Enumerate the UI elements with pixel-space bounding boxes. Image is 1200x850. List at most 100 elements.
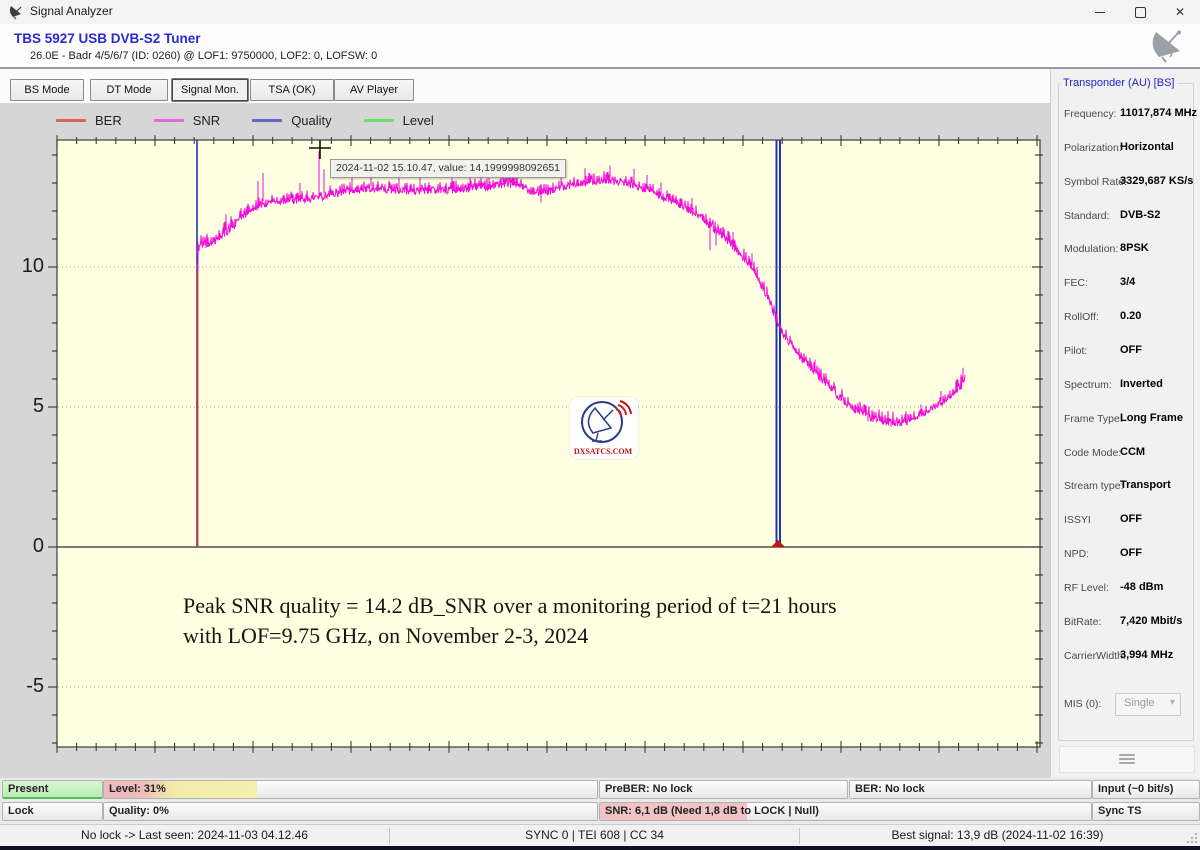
field-label-symbol-rate: Symbol Rate:: [1064, 176, 1127, 188]
input-indicator: Input (~0 bit/s): [1092, 780, 1200, 799]
quality-indicator: Quality: 0%: [103, 802, 598, 821]
tab-bar: BS Mode DT ModeSignal Mon.TSA (OK)AV Play…: [0, 69, 1050, 103]
transponder-group-title: Transponder (AU) [BS]: [1060, 77, 1177, 89]
mis-selected-value: Single: [1124, 697, 1155, 709]
header: TBS 5927 USB DVB-S2 Tuner 26.0E - Badr 4…: [0, 24, 1200, 69]
present-indicator: Present: [2, 780, 103, 799]
mis-dropdown[interactable]: Single ▾: [1115, 693, 1181, 716]
field-value-spectrum: Inverted: [1120, 378, 1163, 390]
maximize-icon: [1135, 7, 1146, 18]
statusbar-best-signal: Best signal: 13,9 dB (2024-11-02 16:39): [800, 825, 1195, 847]
close-icon: ✕: [1175, 5, 1185, 19]
mis-row: MIS (0): Single ▾: [1051, 693, 1200, 717]
mis-label: MIS (0):: [1064, 698, 1101, 710]
field-value-polarization: Horizontal: [1120, 141, 1174, 153]
snr-monitoring-plot: [0, 103, 1050, 778]
tuner-subtitle: 26.0E - Badr 4/5/6/7 (ID: 0260) @ LOF1: …: [30, 50, 377, 62]
window-bottom-edge: [0, 846, 1200, 850]
tab-signal-mon[interactable]: Signal Mon.: [172, 79, 248, 101]
field-label-rolloff: RollOff:: [1064, 311, 1099, 323]
statusbar-sync-status: SYNC 0 | TEI 608 | CC 34: [390, 825, 799, 847]
snr-label: SNR: 6,1 dB (Need 1,8 dB to LOCK | Null): [605, 803, 819, 820]
tab-bs-mode[interactable]: BS Mode: [10, 79, 84, 101]
signal-chart-region: BERSNRQualityLevel 1050-5 2024-11-02 15.…: [0, 103, 1050, 778]
input-label: Input (~0 bit/s): [1098, 781, 1173, 798]
maximize-button[interactable]: [1120, 0, 1160, 24]
chevron-down-icon: ▾: [1170, 697, 1175, 708]
logo-text: DXSATCS.COM: [574, 447, 633, 456]
field-label-spectrum: Spectrum:: [1064, 379, 1112, 391]
present-label: Present: [8, 781, 48, 798]
annotation-line-1: Peak SNR quality = 14.2 dB_SNR over a mo…: [183, 591, 837, 621]
field-value-rf-level: -48 dBm: [1120, 581, 1163, 593]
quality-label: Quality: 0%: [109, 803, 169, 820]
sidebar-menu-button[interactable]: [1059, 746, 1195, 773]
satellite-dish-logo-icon: DXSATCS.COM: [570, 397, 638, 459]
minimize-button[interactable]: [1080, 0, 1120, 24]
annotation-line-2: with LOF=9.75 GHz, on November 2-3, 2024: [183, 621, 837, 651]
field-label-npd: NPD:: [1064, 548, 1089, 560]
window-title: Signal Analyzer: [30, 4, 113, 18]
tab-av-player[interactable]: AV Player: [334, 79, 414, 101]
field-label-rf-level: RF Level:: [1064, 582, 1109, 594]
peak-snr-annotation: Peak SNR quality = 14.2 dB_SNR over a mo…: [183, 591, 837, 651]
field-value-pilot: OFF: [1120, 344, 1142, 356]
field-label-code-mode: Code Mode:: [1064, 447, 1121, 459]
menu-icon: [1119, 754, 1135, 766]
field-value-symbol-rate: 3329,687 KS/s: [1120, 175, 1193, 187]
field-label-polarization: Polarization:: [1064, 142, 1122, 154]
y-axis-label: -5: [8, 675, 44, 698]
field-label-issyi: ISSYI: [1064, 514, 1091, 526]
resize-grip[interactable]: [1186, 832, 1198, 844]
snr-indicator: SNR: 6,1 dB (Need 1,8 dB to LOCK | Null): [599, 802, 1092, 821]
ber-label: BER: No lock: [855, 781, 925, 798]
field-value-npd: OFF: [1120, 547, 1142, 559]
statusbar-lock-status: No lock -> Last seen: 2024-11-03 04.12.4…: [0, 825, 389, 847]
field-value-stream-type: Transport: [1120, 479, 1171, 491]
syncts-label: Sync TS: [1098, 803, 1141, 820]
syncts-indicator: Sync TS: [1092, 802, 1200, 821]
field-value-carrierwidth: 3,994 MHz: [1120, 649, 1173, 661]
field-label-modulation: Modulation:: [1064, 243, 1118, 255]
field-value-fec: 3/4: [1120, 276, 1135, 288]
field-label-bitrate: BitRate:: [1064, 616, 1101, 628]
field-value-issyi: OFF: [1120, 513, 1142, 525]
lock-indicator: Lock: [2, 802, 103, 821]
minimize-icon: [1095, 12, 1105, 13]
field-label-carrierwidth: CarrierWidth:: [1064, 650, 1126, 662]
field-label-frame-type: Frame Type:: [1064, 413, 1123, 425]
signal-status-panel-area: Present Level: 31% PreBER: No lock BER: No …: [0, 778, 1200, 824]
data-point-tooltip: 2024-11-02 15.10.47, value: 14,199999809…: [330, 159, 566, 178]
field-label-fec: FEC:: [1064, 277, 1088, 289]
tab-tsa-ok[interactable]: TSA (OK): [250, 79, 334, 101]
status-bar: No lock -> Last seen: 2024-11-03 04.12.4…: [0, 824, 1200, 846]
preber-indicator: PreBER: No lock: [599, 780, 848, 799]
y-axis-label: 5: [8, 395, 44, 418]
ber-indicator: BER: No lock: [849, 780, 1092, 799]
field-label-standard: Standard:: [1064, 210, 1110, 222]
title-bar: Signal Analyzer ✕: [0, 0, 1200, 24]
preber-label: PreBER: No lock: [605, 781, 692, 798]
close-button[interactable]: ✕: [1160, 0, 1200, 24]
y-axis-label: 10: [8, 255, 44, 278]
field-value-rolloff: 0.20: [1120, 310, 1141, 322]
field-value-frequency: 11017,874 MHz: [1120, 107, 1197, 119]
lock-label: Lock: [8, 803, 34, 820]
y-axis-label: 0: [8, 535, 44, 558]
field-label-pilot: Pilot:: [1064, 345, 1087, 357]
level-indicator: Level: 31%: [103, 780, 598, 799]
field-value-code-mode: CCM: [1120, 446, 1145, 458]
tuner-title: TBS 5927 USB DVB-S2 Tuner: [14, 31, 201, 46]
satellite-dish-icon: [8, 4, 24, 20]
field-value-frame-type: Long Frame: [1120, 412, 1183, 424]
dxsatcs-logo: DXSATCS.COM: [570, 397, 638, 459]
field-label-stream-type: Stream type:: [1064, 480, 1124, 492]
field-value-standard: DVB-S2: [1120, 209, 1160, 221]
field-value-modulation: 8PSK: [1120, 242, 1149, 254]
tab-dt-mode[interactable]: DT Mode: [90, 79, 168, 101]
transponder-sidebar: Transponder (AU) [BS] Frequency:11017,87…: [1050, 69, 1200, 778]
satellite-dish-icon: [1146, 26, 1190, 64]
field-label-frequency: Frequency:: [1064, 108, 1117, 120]
field-value-bitrate: 7,420 Mbit/s: [1120, 615, 1182, 627]
level-label: Level: 31%: [109, 781, 166, 798]
